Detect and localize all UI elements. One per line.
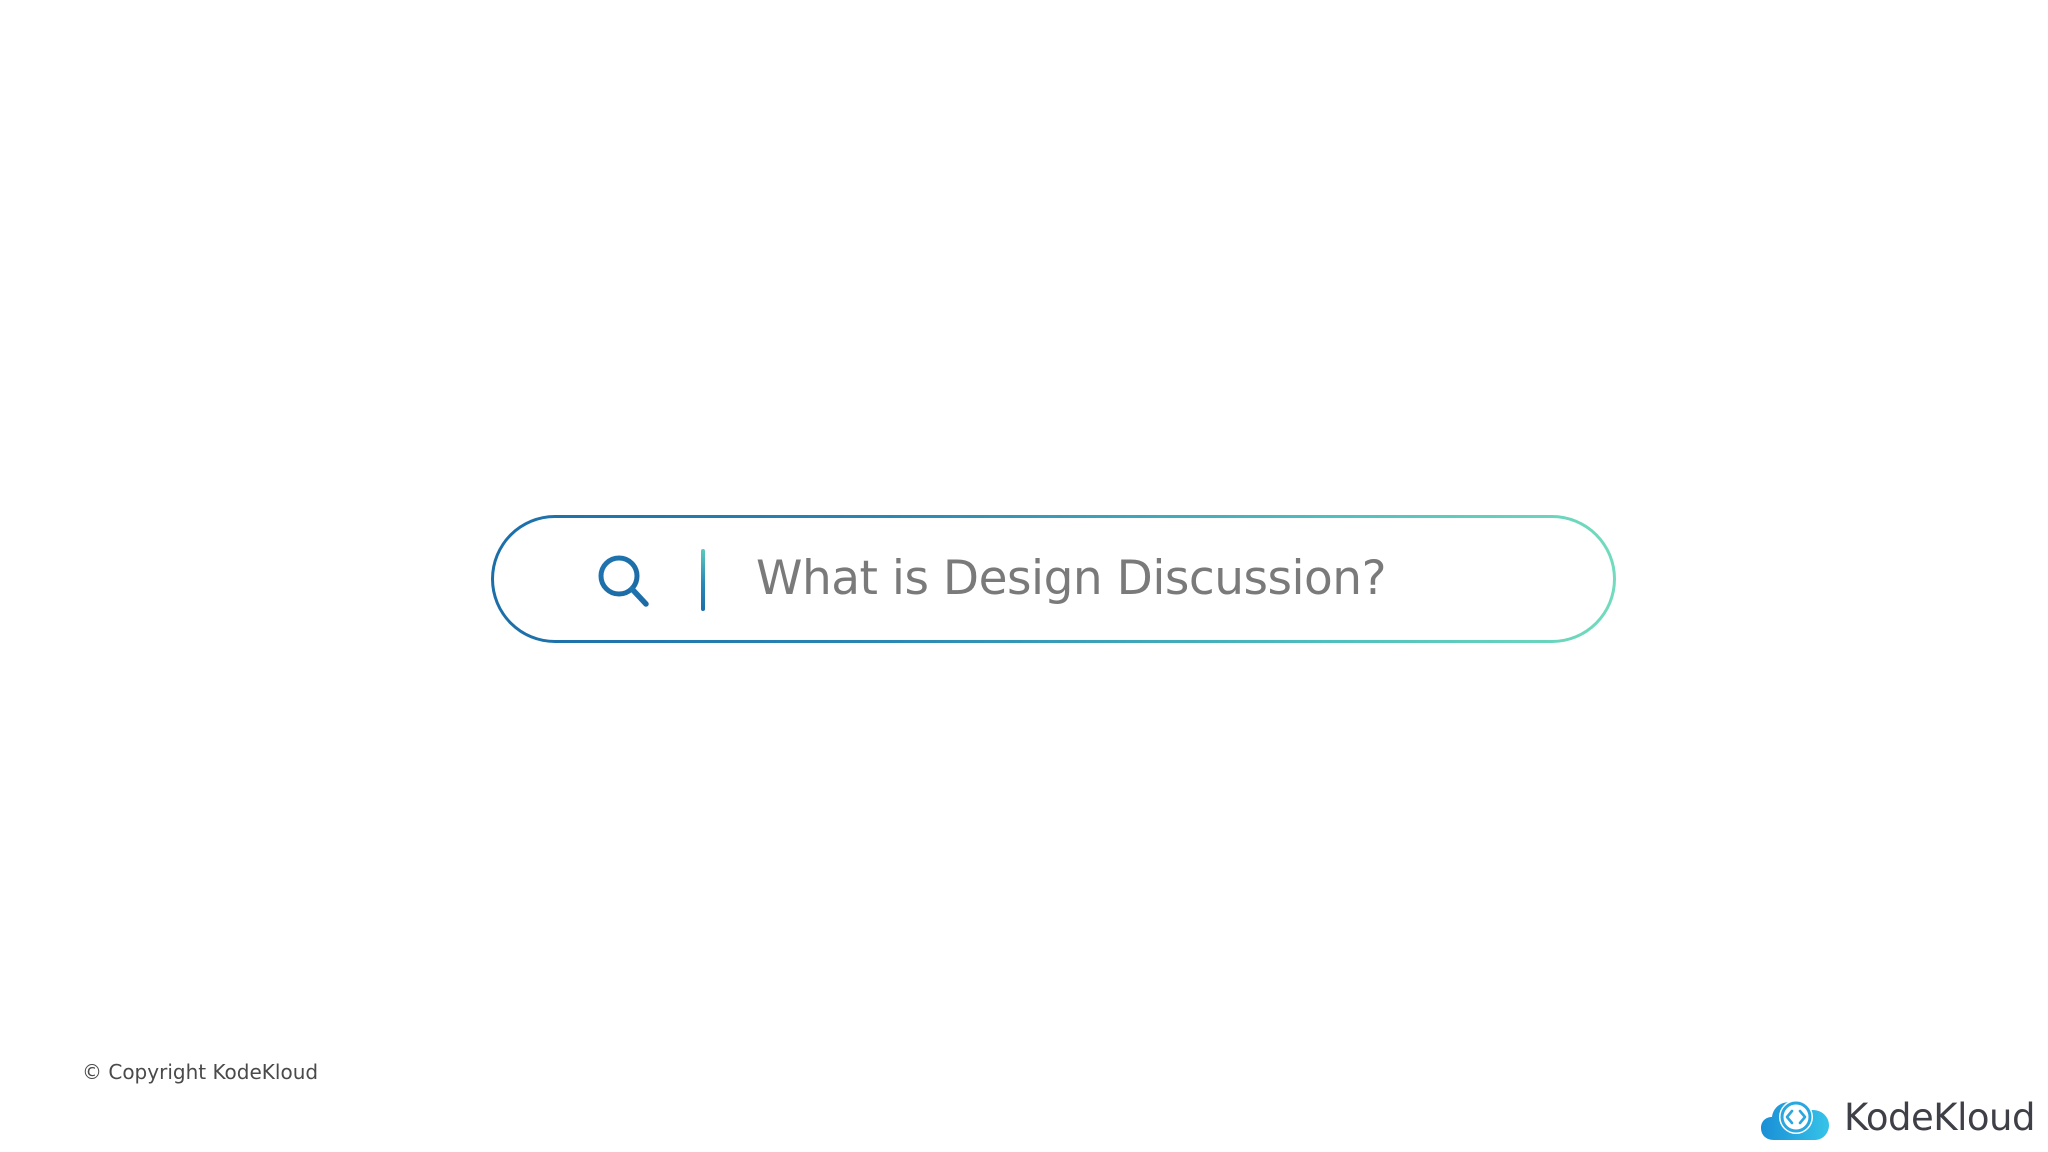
text-cursor <box>701 549 705 611</box>
brand-name: KodeKloud <box>1844 1095 2035 1139</box>
brand-logo: KodeKloud <box>1760 1092 2035 1142</box>
search-query-text: What is Design Discussion? <box>756 551 1387 606</box>
search-bar[interactable]: What is Design Discussion? <box>491 515 1616 643</box>
search-icon <box>598 555 649 607</box>
copyright-notice: © Copyright KodeKloud <box>82 1060 319 1084</box>
slide: What is Design Discussion? © Copyright K… <box>0 0 2048 1152</box>
search-input[interactable]: What is Design Discussion? <box>494 518 1613 640</box>
kodekloud-cloud-logo-icon <box>1761 1100 1829 1140</box>
